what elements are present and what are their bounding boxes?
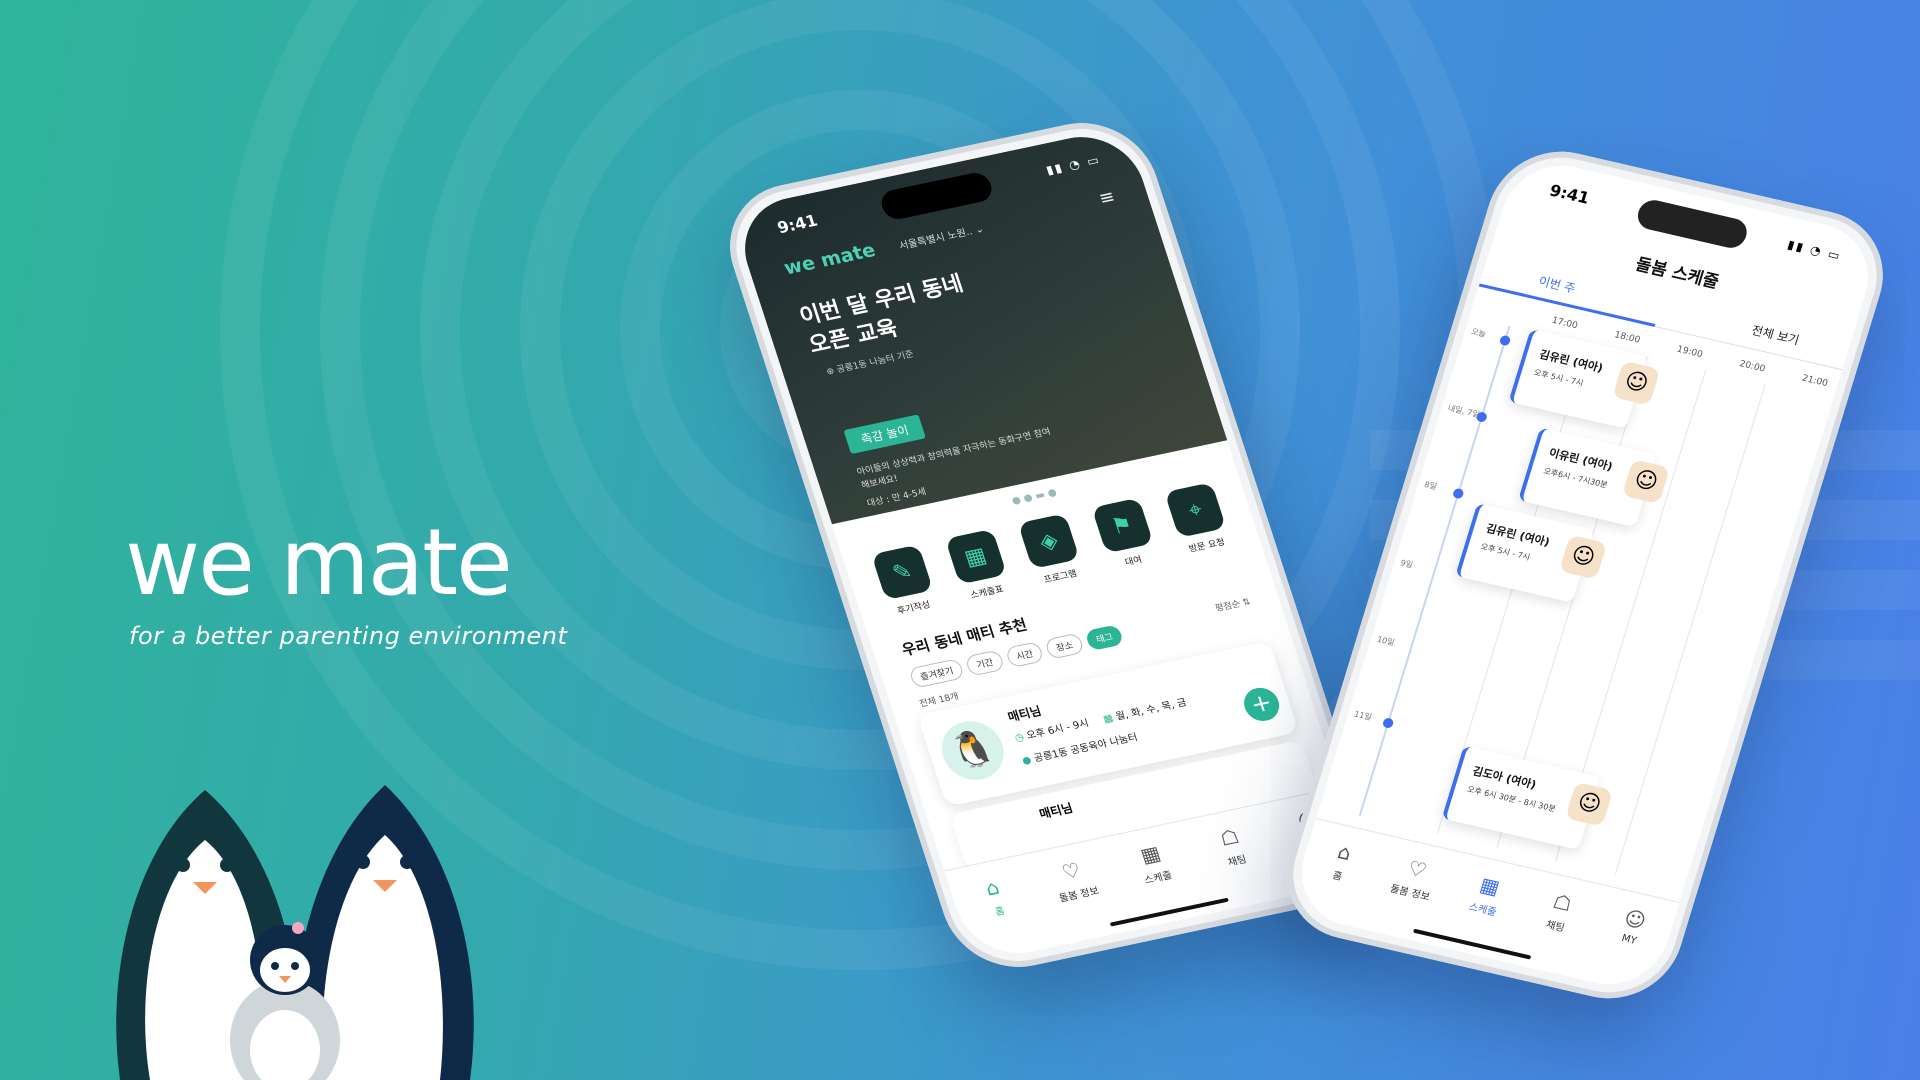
dynamic-island (1634, 197, 1751, 251)
menu-icon[interactable]: ≡ (1096, 186, 1117, 209)
tagline: for a better parenting environment (129, 622, 568, 650)
svg-text:we mate: we mate (125, 520, 511, 610)
category-rental[interactable]: ⚑ 대여 (1087, 497, 1163, 572)
clock-icon: ◷ (1013, 731, 1026, 745)
sort-icon: ⇅ (1241, 597, 1252, 609)
brand-block: we mate for a better parenting environme… (125, 520, 605, 650)
hour-label: 19:00 (1675, 344, 1704, 361)
tab-home[interactable]: ⌂ 홈 (1295, 834, 1378, 927)
status-icons: ▮▮ ◔ ▭ (1044, 152, 1103, 178)
day-label: 10일 (1375, 634, 1396, 648)
tab-care-info[interactable]: ♡ 돌봄 정보 (1367, 851, 1450, 944)
day-label: 8일 (1423, 479, 1439, 492)
category-schedule[interactable]: ▦ 스케줄표 (941, 528, 1017, 603)
filter-favorites[interactable]: 즐겨찾기 (908, 657, 966, 689)
hero-chip[interactable]: 촉감 놀이 (843, 414, 926, 455)
day-label: 11일 (1353, 709, 1373, 722)
category-label: 대여 (1124, 555, 1144, 569)
category-label: 프로그램 (1042, 569, 1079, 586)
add-button[interactable]: + (1239, 684, 1284, 725)
hero-title: 이번 달 우리 동네 오픈 교육 (796, 270, 977, 361)
day-label: 오늘 (1469, 326, 1488, 339)
filter-period[interactable]: 기간 (964, 649, 1005, 677)
penguin-family-illustration (116, 785, 474, 1080)
day-dot (1498, 334, 1512, 347)
mate-name: 매티님 (1006, 703, 1044, 725)
rental-icon: ⚑ (1091, 497, 1154, 554)
category-label: 방문 요청 (1187, 537, 1227, 555)
filter-place[interactable]: 장소 (1044, 632, 1085, 660)
tab-chat[interactable]: ☖ 채팅 (1196, 820, 1281, 911)
status-time: 9:41 (774, 210, 820, 238)
category-review[interactable]: ✎ 후기작성 (867, 544, 943, 619)
calendar-icon: ▦ (1102, 712, 1115, 726)
filter-time[interactable]: 시간 (1004, 641, 1045, 669)
day-dot (1381, 717, 1395, 729)
sort-dropdown[interactable]: 평점순 ⇅ (1213, 594, 1252, 614)
tab-care-info[interactable]: ♡ 돌봄 정보 (1038, 853, 1123, 944)
status-icons: ▮▮ ◔ ▭ (1785, 237, 1844, 264)
location-pin-icon: ● (1020, 754, 1033, 768)
category-visit[interactable]: ⌖ 방문 요청 (1160, 481, 1236, 556)
hour-label: 20:00 (1738, 359, 1767, 375)
hour-label: 21:00 (1800, 373, 1829, 390)
day-label: 내일, 7일 (1446, 403, 1481, 420)
sort-label: 평점순 (1214, 599, 1242, 615)
day-label: 9일 (1399, 558, 1415, 570)
mate-time-text: 오후 6시 - 9시 (1025, 718, 1091, 742)
category-label: 스케줄표 (969, 584, 1006, 602)
status-time: 9:41 (1547, 180, 1592, 208)
category-label: 후기작성 (896, 600, 932, 617)
tab-home[interactable]: ⌂ 홈 (959, 870, 1044, 961)
location-pin-icon: ⊕ (825, 366, 836, 378)
location-selector[interactable]: 서울특별시 노원.. ⌄ (897, 220, 986, 252)
tab-view-all[interactable]: 전체 보기 (1750, 321, 1802, 348)
hero-banner[interactable]: 9:41 ▮▮ ◔ ▭ we mate 서울특별시 노원.. ⌄ ≡ 이번 달 … (729, 126, 1228, 525)
category-program[interactable]: ◈ 프로그램 (1014, 513, 1090, 588)
tab-chat[interactable]: ☖ 채팅 (1513, 884, 1596, 977)
mate-name: 매티님 (1037, 800, 1075, 822)
location-label: 서울특별시 노원.. (897, 226, 974, 253)
dynamic-island (877, 170, 996, 222)
hour-label: 18:00 (1612, 330, 1642, 346)
review-icon: ✎ (871, 544, 934, 601)
mate-days-text: 월, 화, 수, 목, 금 (1114, 697, 1189, 723)
chevron-down-icon: ⌄ (973, 223, 986, 237)
wemate-logo: we mate (125, 520, 513, 610)
program-icon: ◈ (1017, 513, 1080, 570)
schedule-icon: ▦ (944, 528, 1007, 585)
tab-this-week[interactable]: 이번 주 (1537, 272, 1578, 297)
tab-my[interactable]: ☺MY (1585, 901, 1668, 994)
total-count: 전체 18개 (918, 691, 961, 710)
filter-tag[interactable]: 태그 (1084, 624, 1125, 652)
mate-days: ▦ 월, 화, 수, 목, 금 (1101, 694, 1189, 726)
day-dot (1451, 487, 1465, 500)
visit-icon: ⌖ (1164, 482, 1227, 538)
penguin-avatar: 🐧 (933, 715, 1012, 786)
hour-label: 17:00 (1550, 315, 1579, 332)
